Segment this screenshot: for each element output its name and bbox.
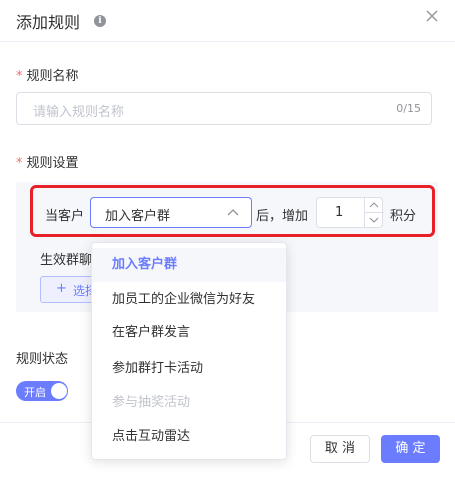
dropdown-item-checkin[interactable]: 参加群打卡活动 [92,352,286,386]
dropdown-item-add-friend[interactable]: 加员工的企业微信为好友 [92,283,286,317]
rule-status-label: 规则状态 [16,352,69,367]
dropdown-item-lottery: 参与抽奖活动 [112,395,191,410]
required-mark: * [16,156,23,171]
rule-name-input[interactable]: 请输入规则名称 0/15 [16,92,432,125]
rule-name-label: * 规则名称 [16,69,79,84]
dropdown-item-radar[interactable]: 点击互动雷达 [92,420,286,454]
close-icon[interactable] [425,9,439,23]
highlight-frame [30,185,435,237]
char-counter: 0/15 [396,102,421,115]
plus-icon: + [56,281,67,296]
dropdown-item-group-speak[interactable]: 在客户群发言 [92,316,286,350]
toggle-knob [51,383,67,399]
toggle-label: 开启 [24,386,46,399]
rule-settings-label: * 规则设置 [16,156,79,171]
dropdown-item-join-group[interactable]: 加入客户群 [92,248,286,282]
cancel-button[interactable]: 取 消 [310,435,370,463]
dialog-header: 添加规则 i [0,0,455,42]
required-mark: * [16,69,23,84]
info-icon[interactable]: i [94,15,106,27]
dialog-title: 添加规则 [16,13,81,32]
action-dropdown: 加入客户群 加员工的企业微信为好友 在客户群发言 参加群打卡活动 参与抽奖活动 … [91,242,287,460]
confirm-button[interactable]: 确 定 [381,435,440,463]
status-toggle[interactable]: 开启 [16,381,68,401]
rule-name-placeholder: 请输入规则名称 [33,105,125,120]
effective-group-label: 生效群聊 [40,253,93,268]
